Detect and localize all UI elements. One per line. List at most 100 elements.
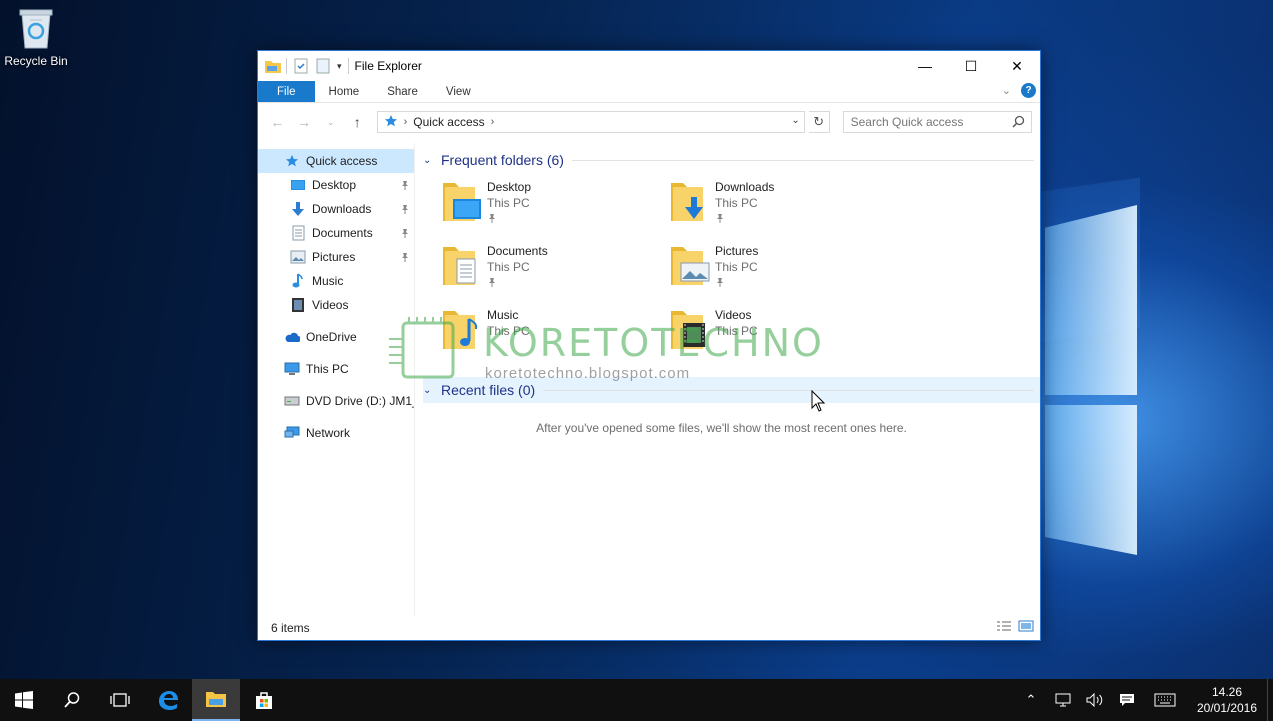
sidebar-item-documents[interactable]: Documents: [258, 221, 414, 245]
file-explorer-taskbar-button[interactable]: [192, 679, 240, 721]
sidebar-item-network[interactable]: Network: [258, 421, 414, 445]
folder-tile-meta: Music This PC: [487, 305, 530, 339]
folder-tile-pictures[interactable]: Pictures This PC: [669, 241, 897, 299]
desktop-icon: [290, 177, 306, 193]
address-dropdown-icon[interactable]: ⌄: [791, 115, 799, 126]
recycle-bin[interactable]: Recycle Bin: [4, 6, 68, 68]
show-hidden-icons-chevron-icon[interactable]: ⌃: [1015, 692, 1047, 708]
tab-home[interactable]: Home: [315, 81, 374, 102]
toolbar-separator: [286, 58, 287, 74]
sidebar-item-quick-access[interactable]: Quick access: [258, 149, 414, 173]
customize-toolbar-dropdown-icon[interactable]: ▾: [337, 61, 342, 72]
ribbon-tabs: File Home Share View ⌄ ?: [258, 81, 1040, 103]
expand-ribbon-icon[interactable]: ⌄: [1002, 84, 1011, 97]
store-button[interactable]: [240, 679, 288, 721]
minimize-button[interactable]: —: [902, 51, 948, 81]
search-icon[interactable]: [1012, 115, 1025, 131]
forward-arrow-icon[interactable]: →: [293, 114, 316, 130]
sidebar-item-videos[interactable]: Videos: [258, 293, 414, 317]
sidebar-item-label: Downloads: [312, 202, 372, 216]
folder-tile-meta: Documents This PC: [487, 241, 548, 291]
edge-browser-button[interactable]: [144, 679, 192, 721]
sidebar-item-this-pc[interactable]: This PC: [258, 357, 414, 381]
sidebar-item-label: Pictures: [312, 250, 356, 264]
folder-name: Pictures: [715, 244, 759, 258]
sidebar-item-label: Videos: [312, 298, 349, 312]
group-header-recent-files[interactable]: ⌄ Recent files (0): [423, 377, 1040, 403]
pin-icon: [400, 179, 410, 193]
computer-icon: [284, 361, 300, 377]
store-bag-icon: [256, 692, 272, 709]
group-header-label: Recent files (0): [441, 382, 536, 398]
pictures-folder-icon: [669, 241, 713, 289]
folder-tile-videos[interactable]: Videos This PC: [669, 305, 897, 363]
breadcrumb-chevron-icon[interactable]: ›: [491, 116, 495, 128]
quick-access-star-icon: [384, 114, 398, 131]
touch-keyboard-icon[interactable]: [1143, 693, 1187, 707]
group-header-frequent-folders[interactable]: ⌄ Frequent folders (6): [423, 149, 1040, 171]
onedrive-cloud-icon: [284, 329, 300, 345]
folder-name: Videos: [715, 308, 752, 322]
tab-view[interactable]: View: [432, 81, 485, 102]
collapse-chevron-icon[interactable]: ⌄: [423, 155, 437, 166]
folder-location: This PC: [715, 196, 758, 210]
volume-icon[interactable]: [1079, 693, 1111, 707]
file-explorer-window: ▾ File Explorer — ☐ ✕ File Home Share Vi…: [257, 50, 1041, 641]
breadcrumb-chevron-icon[interactable]: ›: [404, 116, 408, 128]
system-tray: ⌃ 14.26 20/01/2016: [1015, 679, 1273, 721]
action-center-icon[interactable]: [1111, 693, 1143, 707]
downloads-icon: [290, 201, 306, 217]
clock-date: 20/01/2016: [1196, 701, 1258, 715]
search-input[interactable]: [850, 115, 1016, 129]
close-button[interactable]: ✕: [994, 51, 1040, 81]
new-folder-icon[interactable]: [315, 58, 331, 74]
recent-locations-chevron-icon[interactable]: ⌄: [319, 117, 342, 128]
dvd-drive-icon: [284, 393, 300, 409]
sidebar-item-dvd-drive[interactable]: DVD Drive (D:) JM1_C: [258, 389, 414, 413]
folder-location: This PC: [715, 260, 758, 274]
search-box[interactable]: [842, 111, 1032, 133]
large-icons-view-icon[interactable]: [1018, 620, 1034, 635]
sidebar-item-label: Network: [306, 426, 351, 440]
sidebar-item-pictures[interactable]: Pictures: [258, 245, 414, 269]
collapse-chevron-icon[interactable]: ⌄: [423, 385, 437, 396]
quick-access-star-icon: [284, 153, 300, 169]
details-view-icon[interactable]: [996, 620, 1012, 635]
network-status-icon[interactable]: [1047, 693, 1079, 707]
folder-tile-music[interactable]: Music This PC: [441, 305, 669, 363]
recycle-bin-label: Recycle Bin: [4, 54, 68, 68]
explorer-body: Quick access Desktop Downloads Documents…: [258, 143, 1040, 616]
maximize-button[interactable]: ☐: [948, 51, 994, 81]
sidebar-item-downloads[interactable]: Downloads: [258, 197, 414, 221]
folder-tile-desktop[interactable]: Desktop This PC: [441, 177, 669, 235]
sidebar-item-desktop[interactable]: Desktop: [258, 173, 414, 197]
up-arrow-icon[interactable]: ↑: [346, 114, 369, 130]
content-pane: ⌄ Frequent folders (6) Desktop This PC D…: [389, 143, 1040, 616]
breadcrumb-quick-access[interactable]: Quick access: [413, 115, 484, 129]
folder-tile-downloads[interactable]: Downloads This PC: [669, 177, 897, 235]
windows-logo-pane-bottom: [1045, 405, 1137, 555]
back-arrow-icon[interactable]: ←: [266, 114, 289, 130]
properties-icon[interactable]: [293, 58, 309, 74]
sidebar-item-label: OneDrive: [306, 330, 357, 344]
quick-access-toolbar: ▾: [258, 51, 349, 81]
tab-file[interactable]: File: [258, 81, 315, 102]
group-header-divider: [571, 159, 1034, 161]
search-button[interactable]: [48, 679, 96, 721]
address-bar[interactable]: › Quick access › ⌄: [376, 111, 805, 133]
start-button[interactable]: [0, 679, 48, 721]
folder-tile-meta: Videos This PC: [715, 305, 758, 339]
network-icon: [284, 425, 300, 441]
clock[interactable]: 14.26 20/01/2016: [1187, 684, 1267, 716]
help-button[interactable]: ?: [1021, 83, 1036, 98]
videos-icon: [290, 297, 306, 313]
sidebar-item-music[interactable]: Music: [258, 269, 414, 293]
tab-share[interactable]: Share: [373, 81, 432, 102]
sidebar-item-onedrive[interactable]: OneDrive: [258, 325, 414, 349]
refresh-button[interactable]: ↻: [808, 111, 830, 133]
task-view-button[interactable]: [96, 679, 144, 721]
folder-tile-documents[interactable]: Documents This PC: [441, 241, 669, 299]
show-desktop-button[interactable]: [1267, 679, 1273, 721]
windows-start-icon: [15, 691, 33, 709]
